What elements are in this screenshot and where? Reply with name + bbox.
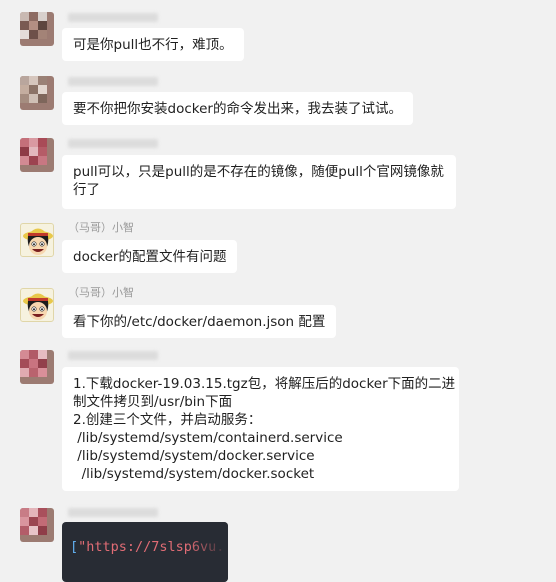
sender-name (68, 508, 158, 517)
message-text: pull可以，只是pull的是不存在的镜像，随便pull个官网镜像就 (73, 164, 444, 180)
sender-name (68, 139, 158, 148)
message-bubble[interactable]: 可是你pull也不行，难顶。 (62, 28, 244, 61)
sender-name (68, 77, 158, 86)
message-bubble[interactable]: docker的配置文件有问题 (62, 240, 238, 273)
avatar[interactable] (20, 76, 54, 110)
message-text: 行了 (73, 182, 100, 198)
message-text: /lib/systemd/system/containerd.service (73, 430, 343, 446)
code-snippet[interactable]: ["https://7slsp6vu. (62, 522, 228, 582)
sender-name (68, 351, 158, 360)
avatar[interactable] (20, 508, 54, 542)
message-text: 制文件拷贝到/usr/bin下面 (73, 394, 233, 410)
sender-name: （马哥）小智 (68, 286, 134, 299)
message-text: /lib/systemd/system/docker.service (73, 448, 315, 464)
message-bubble[interactable]: 1.下载docker-19.03.15.tgz包，将解压后的docker下面的二… (62, 367, 459, 491)
avatar[interactable] (20, 223, 54, 257)
message-text: 可是你pull也不行，难顶。 (73, 37, 233, 53)
luffy-avatar-icon (23, 293, 53, 320)
code-bracket: [ (70, 539, 79, 555)
message-text: 看下你的/etc/docker/daemon.json 配置 (73, 314, 326, 330)
message-text: 1.下载docker-19.03.15.tgz包，将解压后的docker下面的二… (73, 376, 456, 392)
message-text: /lib/systemd/system/docker.socket (73, 466, 315, 482)
luffy-avatar-icon (23, 228, 53, 255)
code-fade (188, 522, 228, 582)
message-bubble[interactable]: pull可以，只是pull的是不存在的镜像，随便pull个官网镜像就 行了 (62, 155, 456, 209)
message-bubble[interactable]: 看下你的/etc/docker/daemon.json 配置 (62, 305, 337, 338)
avatar[interactable] (20, 12, 54, 46)
avatar[interactable] (20, 288, 54, 322)
sender-name (68, 13, 158, 22)
avatar[interactable] (20, 350, 54, 384)
avatar[interactable] (20, 138, 54, 172)
sender-name: （马哥）小智 (68, 221, 134, 234)
message-text: 要不你把你安装docker的命令发出来，我去装了试试。 (73, 101, 402, 117)
message-text: docker的配置文件有问题 (73, 249, 227, 265)
message-bubble[interactable]: 要不你把你安装docker的命令发出来，我去装了试试。 (62, 92, 413, 125)
message-text: 2.创建三个文件，并启动服务： (73, 412, 262, 428)
